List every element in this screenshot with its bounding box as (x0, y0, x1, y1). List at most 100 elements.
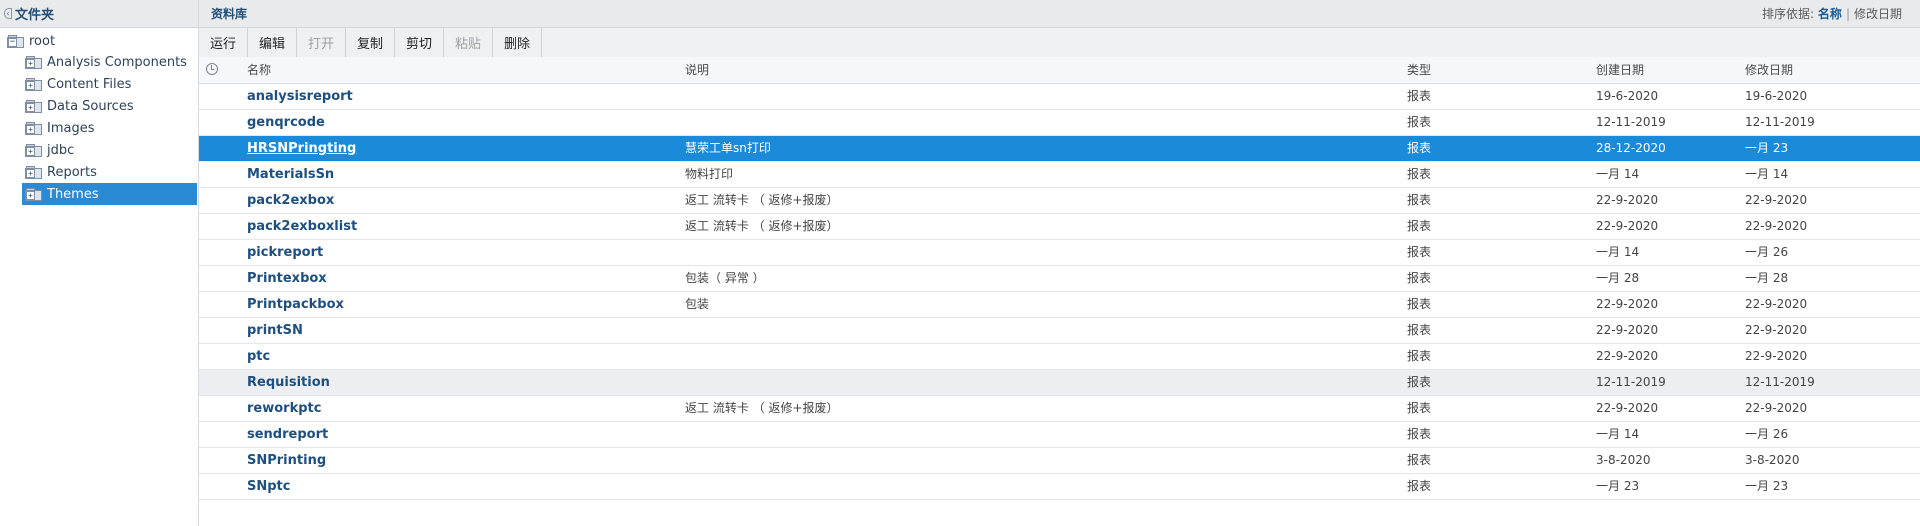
item-description: 返工 流转卡 （ 返修+报废） (685, 193, 839, 207)
item-name-link[interactable]: ptc (247, 344, 667, 369)
item-name-link[interactable]: Printpackbox (247, 292, 667, 317)
table-row[interactable]: printSN 报表 22-9-2020 22-9-2020 (199, 318, 1920, 344)
table-row[interactable]: sendreport 报表 一月 14 一月 26 (199, 422, 1920, 448)
column-header-name[interactable]: 名称 (247, 57, 271, 83)
tree-item-reports[interactable]: + Reports (22, 161, 197, 183)
column-header-created[interactable]: 创建日期 (1596, 57, 1644, 83)
tree-item-data-sources[interactable]: + Data Sources (22, 95, 197, 117)
item-name-link[interactable]: pack2exboxlist (247, 214, 667, 239)
item-name-link[interactable]: Requisition (247, 370, 667, 395)
tree-item-jdbc[interactable]: + jdbc (22, 139, 197, 161)
item-created-date: 22-9-2020 (1596, 297, 1659, 311)
edit-button[interactable]: 编辑 (248, 28, 297, 57)
table-row[interactable]: ptc 报表 22-9-2020 22-9-2020 (199, 344, 1920, 370)
sort-by-date-link[interactable]: 修改日期 (1854, 7, 1902, 21)
item-type: 报表 (1407, 219, 1432, 233)
column-header-modified[interactable]: 修改日期 (1745, 57, 1793, 83)
collapse-pane-icon[interactable]: ‹ (4, 8, 12, 19)
item-description: 包装（ 异常 ） (685, 271, 765, 285)
table-row[interactable]: reworkptc 返工 流转卡 （ 返修+报废） 报表 22-9-2020 22-9-… (199, 396, 1920, 422)
open-button[interactable]: 打开 (297, 28, 346, 57)
tree-item-themes[interactable]: + Themes (22, 183, 197, 205)
item-description (685, 110, 1385, 135)
item-description (685, 344, 1385, 369)
item-description (685, 318, 1385, 343)
folder-expand-icon[interactable]: + (25, 99, 42, 113)
item-type: 报表 (1407, 349, 1432, 363)
folder-pane-title: 文件夹 (15, 8, 55, 23)
action-toolbar: 运行 编辑 打开 复制 剪切 粘贴 删除 (199, 28, 1920, 58)
item-description (685, 422, 1385, 447)
sort-controls: 排序依据: 名称 | 修改日期 (1762, 5, 1902, 22)
item-name-link[interactable]: pack2exbox (247, 188, 667, 213)
item-type: 报表 (1407, 375, 1432, 389)
item-description (685, 84, 1385, 109)
item-name-link[interactable]: analysisreport (247, 84, 667, 109)
table-row[interactable]: analysisreport 报表 19-6-2020 19-6-2020 (199, 84, 1920, 110)
column-header-description[interactable]: 说明 (685, 57, 709, 83)
folder-expand-icon[interactable]: + (25, 55, 42, 69)
tree-item-images[interactable]: + Images (22, 117, 197, 139)
folder-expand-icon[interactable]: + (25, 77, 42, 91)
cut-button[interactable]: 剪切 (395, 28, 444, 57)
tree-item-label: jdbc (47, 142, 75, 158)
item-name-link[interactable]: SNPrinting (247, 448, 667, 473)
tree-item-root[interactable]: − root (4, 30, 197, 52)
item-name-link[interactable]: Printexbox (247, 266, 667, 291)
column-header-type[interactable]: 类型 (1407, 57, 1431, 83)
item-modified-date: 一月 23 (1745, 479, 1789, 493)
paste-button[interactable]: 粘贴 (444, 28, 493, 57)
item-description: 返工 流转卡 （ 返修+报废） (685, 219, 839, 233)
item-name-link[interactable]: printSN (247, 318, 667, 343)
table-row[interactable]: pickreport 报表 一月 14 一月 26 (199, 240, 1920, 266)
tree-item-content-files[interactable]: + Content Files (22, 73, 197, 95)
table-row[interactable]: SNPrinting 报表 3-8-2020 3-8-2020 (199, 448, 1920, 474)
item-created-date: 12-11-2019 (1596, 115, 1666, 129)
item-type: 报表 (1407, 89, 1432, 103)
copy-button[interactable]: 复制 (346, 28, 395, 57)
folder-expand-icon[interactable]: + (25, 187, 42, 201)
table-row[interactable]: pack2exboxlist 返工 流转卡 （ 返修+报废） 报表 22-9-2020… (199, 214, 1920, 240)
item-name-link[interactable]: pickreport (247, 240, 667, 265)
delete-button[interactable]: 删除 (493, 28, 542, 57)
item-created-date: 一月 14 (1596, 245, 1640, 259)
item-description: 物料打印 (685, 167, 734, 181)
item-type: 报表 (1407, 271, 1432, 285)
run-button[interactable]: 运行 (199, 28, 248, 57)
item-modified-date: 一月 23 (1745, 141, 1789, 155)
folder-expand-icon[interactable]: + (25, 165, 42, 179)
tree-item-analysis-components[interactable]: + Analysis Components (22, 51, 197, 73)
item-type: 报表 (1407, 427, 1432, 441)
table-row[interactable]: HRSNPringting 慧荣工单sn打印 报表 28-12-2020 一月 23 (199, 136, 1920, 162)
table-row[interactable]: pack2exbox 返工 流转卡 （ 返修+报废） 报表 22-9-2020 22-9… (199, 188, 1920, 214)
item-modified-date: 一月 14 (1745, 167, 1789, 181)
item-created-date: 3-8-2020 (1596, 453, 1651, 467)
folder-expand-icon[interactable]: + (25, 143, 42, 157)
item-modified-date: 一月 26 (1745, 245, 1789, 259)
table-row[interactable]: Printpackbox 包装 报表 22-9-2020 22-9-2020 (199, 292, 1920, 318)
folder-open-icon[interactable]: − (7, 34, 24, 48)
table-row[interactable]: SNptc 报表 一月 23 一月 23 (199, 474, 1920, 500)
table-row[interactable]: genqrcode 报表 12-11-2019 12-11-2019 (199, 110, 1920, 136)
item-name-link[interactable]: MaterialsSn (247, 162, 667, 187)
table-row[interactable]: Printexbox 包装（ 异常 ） 报表 一月 28 一月 28 (199, 266, 1920, 292)
item-created-date: 一月 28 (1596, 271, 1640, 285)
table-row[interactable]: Requisition 报表 12-11-2019 12-11-2019 (199, 370, 1920, 396)
item-created-date: 22-9-2020 (1596, 349, 1659, 363)
item-modified-date: 一月 28 (1745, 271, 1789, 285)
item-modified-date: 22-9-2020 (1745, 297, 1808, 311)
item-name-link[interactable]: SNptc (247, 474, 667, 499)
tree-item-label: Data Sources (47, 98, 134, 114)
item-created-date: 22-9-2020 (1596, 219, 1659, 233)
item-description (685, 370, 1385, 395)
item-created-date: 一月 23 (1596, 479, 1640, 493)
tree-item-label: Content Files (47, 76, 132, 92)
item-name-link[interactable]: genqrcode (247, 110, 667, 135)
folder-expand-icon[interactable]: + (25, 121, 42, 135)
table-row[interactable]: MaterialsSn 物料打印 报表 一月 14 一月 14 (199, 162, 1920, 188)
item-modified-date: 22-9-2020 (1745, 401, 1808, 415)
item-name-link[interactable]: sendreport (247, 422, 667, 447)
item-name-link[interactable]: HRSNPringting (247, 136, 667, 161)
sort-by-name-link[interactable]: 名称 (1818, 7, 1842, 21)
item-name-link[interactable]: reworkptc (247, 396, 667, 421)
